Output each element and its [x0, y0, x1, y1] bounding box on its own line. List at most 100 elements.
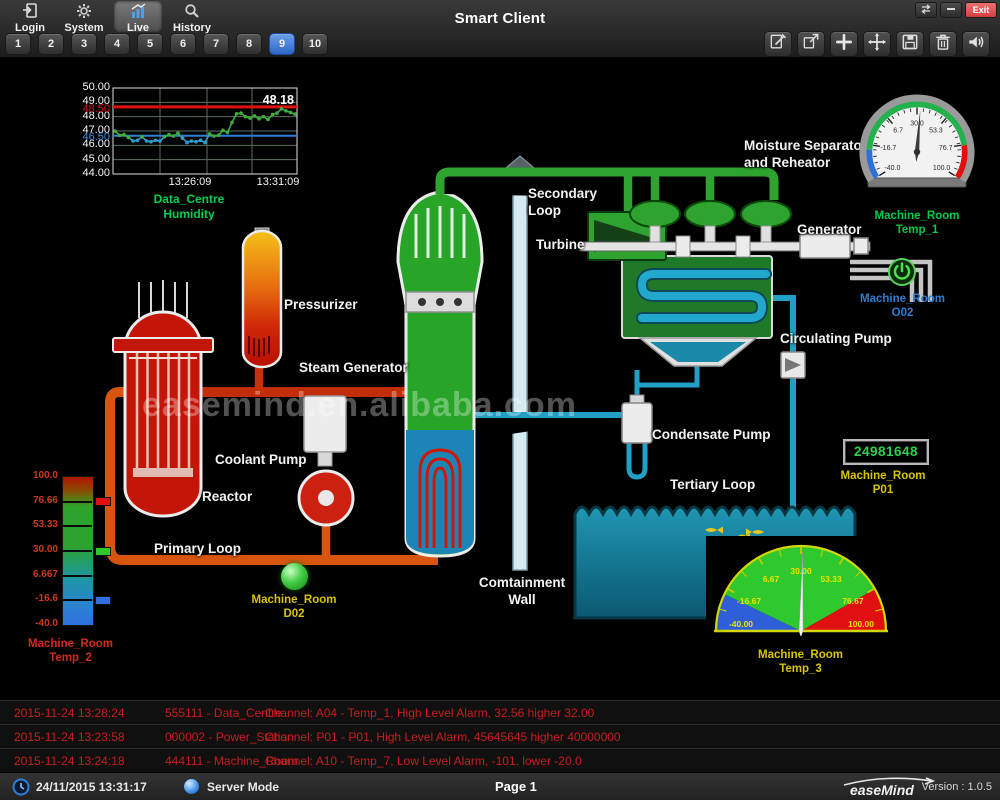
pressurizer-vessel	[243, 228, 281, 367]
trend-y-tick: 45.00	[76, 153, 110, 165]
steam-generator-vessel	[398, 192, 482, 556]
trend-title-line1: Data_Centre	[76, 192, 302, 206]
moisture-separator-shapes	[630, 201, 791, 242]
edit-page-icon	[768, 32, 788, 57]
move-icon	[867, 32, 887, 57]
page-tab-5[interactable]: 5	[137, 33, 163, 55]
label-reactor: Reactor	[202, 489, 252, 506]
label-coolant-pump: Coolant Pump	[215, 452, 307, 469]
smart-client-window: Login System Live History Smar	[0, 0, 1000, 800]
svg-text:30.00: 30.00	[790, 566, 812, 576]
edit-page-button[interactable]	[764, 31, 792, 57]
trend-current-value: 48.18	[263, 93, 294, 107]
page-tab-10[interactable]: 10	[302, 33, 328, 55]
condensate-pump-shape	[622, 395, 652, 443]
export-button[interactable]	[797, 31, 825, 57]
p01-display-label: Machine_RoomP01	[833, 470, 933, 498]
page-tab-8[interactable]: 8	[236, 33, 262, 55]
trend-y-tick: 46.50	[76, 131, 110, 143]
svg-text:-40.0: -40.0	[884, 165, 900, 172]
page-indicator: Page 1	[495, 779, 537, 794]
temp2-scale-tick: 6.667	[18, 569, 58, 580]
move-button[interactable]	[863, 31, 891, 57]
d02-led-label: Machine_RoomD02	[244, 594, 344, 622]
page-tabs: 1 2 3 4 5 6 7 8 9 10	[5, 33, 328, 55]
label-steam-generator: Steam Generator	[299, 360, 408, 377]
label-condensate-pump: Condensate Pump	[652, 427, 771, 444]
page-tab-1[interactable]: 1	[5, 33, 31, 55]
svg-text:-16.67: -16.67	[737, 596, 761, 606]
edit-toolbar	[764, 31, 990, 57]
svg-text:100.00: 100.00	[848, 619, 874, 629]
save-button[interactable]	[896, 31, 924, 57]
window-title: Smart Client	[0, 10, 1000, 27]
alarm-row[interactable]: 2015-11-24 13:23:58000002 - Power_Statio…	[0, 724, 1000, 749]
alarm-message: Channel: A10 - Temp_7, Low Level Alarm, …	[265, 749, 582, 773]
svg-text:-40.00: -40.00	[729, 619, 753, 629]
add-icon	[834, 32, 854, 57]
p01-digital-display: 24981648	[843, 439, 929, 465]
page-tab-6[interactable]: 6	[170, 33, 196, 55]
status-bar: 24/11/2015 13:31:17 Server Mode Page 1 e…	[0, 772, 1000, 800]
svg-text:-16.7: -16.7	[880, 145, 896, 152]
exit-button[interactable]: Exit	[965, 2, 997, 18]
delete-button[interactable]	[929, 31, 957, 57]
server-mode-icon	[184, 779, 199, 794]
svg-text:6.7: 6.7	[893, 128, 903, 135]
label-generator: Generator	[797, 222, 862, 239]
minimize-button[interactable]	[940, 2, 962, 18]
alarm-time: 2015-11-24 13:24:18	[14, 749, 125, 773]
clock-icon	[12, 778, 30, 796]
trend-title-line2: Humidity	[76, 207, 302, 221]
coolant-pump-shape	[299, 396, 353, 525]
minimize-icon	[946, 4, 956, 16]
condenser	[622, 256, 772, 366]
svg-text:76.7: 76.7	[939, 145, 953, 152]
label-primary-loop: Primary Loop	[154, 541, 241, 558]
add-button[interactable]	[830, 31, 858, 57]
temp1-gauge: -40.0 -16.7 6.7 30.0 53.3 76.7 100.0	[855, 92, 979, 202]
page-tab-3[interactable]: 3	[71, 33, 97, 55]
alarm-row[interactable]: 2015-11-24 13:28:24555111 - Data_CentreC…	[0, 700, 1000, 725]
temp2-bar-label: Machine_RoomTemp_2	[18, 638, 123, 666]
trend-x-tick-end: 13:31:09	[238, 176, 318, 188]
svg-text:30.0: 30.0	[910, 121, 924, 128]
alarm-time: 2015-11-24 13:28:24	[14, 701, 125, 725]
svg-text:100.0: 100.0	[933, 165, 951, 172]
switch-screen-button[interactable]	[915, 2, 937, 18]
temp2-bar-gauge: 100.076.6653.3330.006.667-16.6-40.0 Mach…	[18, 470, 130, 680]
page-tab-7[interactable]: 7	[203, 33, 229, 55]
temp3-gauge: -40.00-16.676.6730.0053.3376.67100.00	[706, 536, 896, 636]
d02-led-indicator	[281, 563, 308, 590]
page-tab-9[interactable]: 9	[269, 33, 295, 55]
temp1-gauge-label: Machine_RoomTemp_1	[855, 210, 979, 238]
temp2-marker	[95, 497, 111, 506]
o02-power-switch[interactable]	[886, 257, 918, 289]
alarm-message: Channel: A04 - Temp_1, High Level Alarm,…	[265, 701, 594, 725]
export-icon	[801, 32, 821, 57]
temp3-gauge-label: Machine_RoomTemp_3	[738, 649, 863, 677]
temp2-scale-tick: 30.00	[18, 544, 58, 555]
alarm-message: Channel: P01 - P01, High Level Alarm, 45…	[265, 725, 621, 749]
page-tab-2[interactable]: 2	[38, 33, 64, 55]
trash-icon	[933, 32, 953, 57]
o02-switch-label: Machine_RoomO02	[845, 293, 960, 321]
svg-text:6.67: 6.67	[763, 574, 780, 584]
mimic-canvas: easemind.en.alibaba.com Pressurizer Stea…	[0, 57, 1000, 700]
alarm-row[interactable]: 2015-11-24 13:24:18444111 - Machine_Room…	[0, 748, 1000, 773]
trend-x-tick-start: 13:26:09	[150, 176, 230, 188]
label-containment-wall: Comtainment Wall	[476, 575, 568, 609]
window-controls: Exit	[915, 2, 997, 18]
temp2-scale-tick: 100.0	[18, 470, 58, 481]
status-datetime: 24/11/2015 13:31:17	[36, 780, 147, 794]
volume-button[interactable]	[962, 31, 990, 57]
server-mode-label: Server Mode	[207, 780, 279, 794]
svg-text:53.3: 53.3	[929, 128, 943, 135]
label-turbine: Turbine	[536, 237, 585, 254]
switch-screen-icon	[920, 4, 932, 16]
save-icon	[900, 32, 920, 57]
label-circulating-pump: Circulating Pump	[780, 331, 892, 348]
temp2-marker	[95, 596, 111, 605]
volume-icon	[966, 32, 986, 57]
page-tab-4[interactable]: 4	[104, 33, 130, 55]
